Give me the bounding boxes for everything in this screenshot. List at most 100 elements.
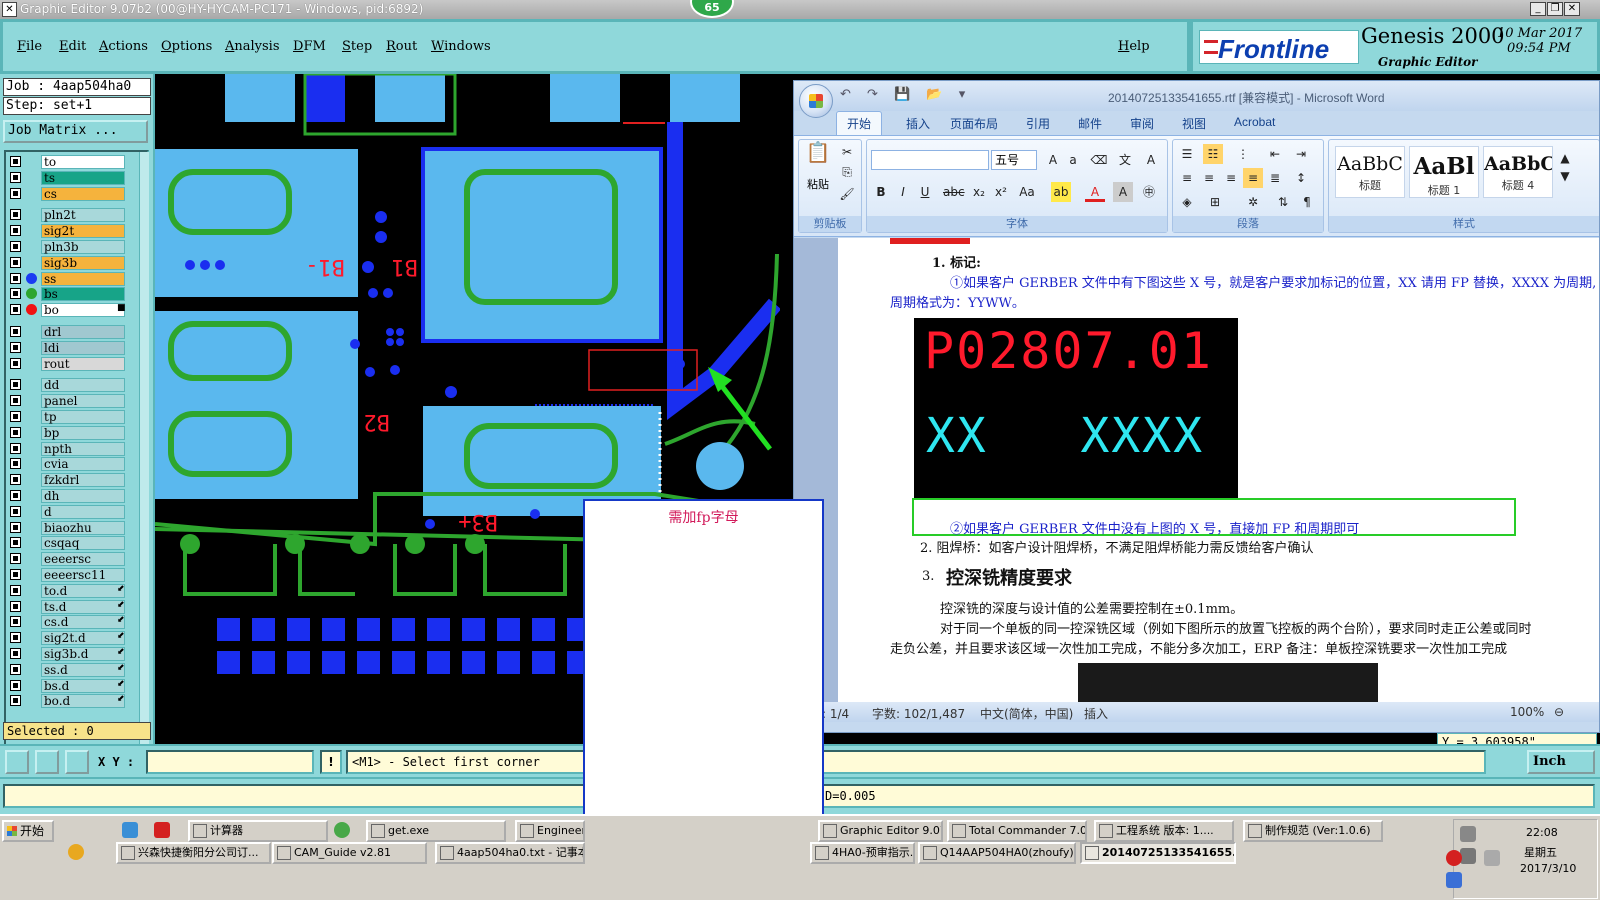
taskbar-button[interactable]: Graphic Editor 9.07b2 ... — [818, 820, 943, 842]
layer-checkbox[interactable] — [10, 395, 21, 407]
layer-name[interactable]: sig2t — [41, 224, 125, 239]
subscript-icon[interactable]: x₂ — [969, 182, 989, 202]
paste-label[interactable]: 粘贴 — [807, 176, 829, 192]
layer-row-biaozhu[interactable]: biaozhu — [6, 520, 134, 535]
align-right-icon[interactable]: ≡ — [1221, 168, 1241, 188]
layer-name[interactable]: ts — [41, 170, 125, 185]
font-color-icon[interactable]: A — [1085, 182, 1105, 202]
tray-printer-icon[interactable] — [1460, 826, 1476, 842]
layer-row-ts-d[interactable]: ts.d ⬋ — [6, 599, 134, 614]
tab-mailings[interactable]: 邮件 — [1078, 115, 1102, 132]
layer-row-ldi[interactable]: ldi — [6, 340, 134, 355]
layer-row-dd[interactable]: dd — [6, 377, 134, 393]
document-area[interactable]: 1. 标记: ①如果客户 GERBER 文件中有下图这些 X 号，就是客户要求加… — [794, 238, 1599, 702]
layer-row-dh[interactable]: dh — [6, 488, 134, 503]
layer-row-panel[interactable]: panel — [6, 393, 134, 409]
layer-name[interactable]: cs.d — [41, 615, 125, 630]
status-words[interactable]: 字数: 102/1,487 — [872, 705, 965, 722]
quicklaunch-icon-1[interactable] — [122, 822, 138, 838]
layer-checkbox[interactable] — [10, 553, 21, 565]
zoom-out-icon[interactable]: ⊖ — [1554, 705, 1564, 719]
layer-checkbox[interactable] — [10, 458, 21, 470]
units-button[interactable]: Inch — [1527, 750, 1595, 774]
style-heading-1[interactable]: AaBl 标题 1 — [1409, 146, 1479, 198]
taskbar-button[interactable]: get.exe — [366, 820, 506, 842]
italic-icon[interactable]: I — [893, 182, 913, 202]
layer-checkbox[interactable] — [10, 209, 21, 221]
layer-name[interactable]: npth — [41, 441, 125, 456]
zoom-level[interactable]: 100% — [1510, 705, 1544, 719]
copy-icon[interactable]: ⎘ — [837, 162, 857, 182]
tab-insert[interactable]: 插入 — [906, 115, 930, 132]
menu-dfm[interactable]: DFM — [293, 39, 326, 54]
layer-name[interactable]: eeeersc11 — [41, 568, 125, 582]
layer-name[interactable]: pln3b — [41, 240, 125, 254]
layer-checkbox[interactable] — [10, 584, 21, 596]
shrink-font-icon[interactable]: a — [1063, 150, 1083, 170]
layer-name[interactable]: pln2t — [41, 208, 125, 223]
minimize-button[interactable]: _ — [1530, 2, 1546, 16]
grid-tool-icon[interactable] — [65, 750, 89, 774]
change-case-icon[interactable]: Aa — [1017, 182, 1037, 202]
taskbar-button[interactable]: 工程系统 版本: 1.... — [1094, 820, 1234, 842]
layer-checkbox[interactable] — [10, 442, 21, 454]
info-button[interactable]: ! — [320, 750, 342, 774]
layer-checkbox[interactable] — [10, 600, 21, 612]
taskbar-button[interactable]: 计算器 — [188, 820, 328, 842]
layer-row-bp[interactable]: bp — [6, 425, 134, 440]
font-size-box[interactable]: 五号 — [991, 150, 1037, 170]
increase-indent-icon[interactable]: ⇥ — [1291, 144, 1311, 164]
start-button[interactable]: 开始 — [2, 820, 54, 842]
layer-checkbox[interactable] — [10, 474, 21, 486]
layer-checkbox[interactable] — [10, 663, 21, 675]
taskbar-button[interactable]: 制作规范 (Ver:1.0.6) — [1243, 820, 1383, 842]
layer-row-cvia[interactable]: cvia — [6, 456, 134, 472]
tab-review[interactable]: 审阅 — [1130, 115, 1154, 132]
layer-row-bo-d[interactable]: bo.d ⬋ — [6, 693, 134, 709]
layer-row-rout[interactable]: rout — [6, 356, 134, 371]
layer-checkbox[interactable] — [10, 521, 21, 533]
layer-checkbox[interactable] — [10, 616, 21, 628]
layer-checkbox[interactable] — [10, 256, 21, 268]
layer-checkbox[interactable] — [10, 648, 21, 659]
format-painter-icon[interactable]: 🖌 — [837, 184, 857, 204]
job-matrix-button[interactable]: Job Matrix ... — [3, 120, 148, 143]
layer-name[interactable]: bs — [41, 287, 125, 302]
layer-row-pln2t[interactable]: pln2t — [6, 207, 134, 223]
tray-app-icon-2[interactable] — [1446, 872, 1462, 888]
layer-name[interactable]: panel — [41, 394, 125, 409]
distributed-icon[interactable]: ≣ — [1265, 168, 1285, 188]
taskbar-button[interactable]: CAM_Guide v2.81 — [272, 842, 427, 864]
layer-name[interactable]: sig2t.d — [41, 631, 125, 646]
layer-row-pln3b[interactable]: pln3b — [6, 239, 134, 254]
layer-row-fzkdrl[interactable]: fzkdrl — [6, 472, 134, 488]
justify-icon[interactable]: ≡ — [1243, 168, 1263, 188]
cut-icon[interactable]: ✂ — [837, 142, 857, 162]
pdf-icon[interactable] — [154, 822, 170, 838]
menu-actions[interactable]: Actions — [99, 39, 148, 54]
menu-help[interactable]: Help — [1118, 39, 1150, 54]
layer-row-bs-d[interactable]: bs.d ⬋ — [6, 678, 134, 693]
line-spacing-icon[interactable]: ↕ — [1291, 168, 1311, 188]
tray-time[interactable]: 22:08 — [1526, 826, 1558, 839]
layer-name[interactable]: rout — [41, 356, 125, 371]
layer-row-cs[interactable]: cs — [6, 186, 134, 201]
layer-row-ts[interactable]: ts — [6, 170, 134, 185]
layer-row-sig3b[interactable]: sig3b — [6, 255, 134, 270]
layer-row-ss-d[interactable]: ss.d ⬋ — [6, 662, 134, 677]
strikethrough-icon[interactable]: abc — [943, 182, 965, 202]
taskbar-button[interactable]: Q14AAP504HA0(zhoufy)... — [918, 842, 1076, 864]
layer-name[interactable]: ldi — [41, 340, 125, 355]
paste-icon[interactable]: 📋 — [805, 142, 831, 172]
layer-checkbox[interactable] — [10, 632, 21, 644]
layer-checkbox[interactable] — [10, 156, 21, 167]
styles-scroll-up-icon[interactable]: ▲ — [1559, 148, 1571, 168]
measure-tool-icon[interactable] — [35, 750, 59, 774]
taskbar-button[interactable]: 20140725133541655.... — [1080, 842, 1236, 864]
close-button[interactable]: ✕ — [1564, 2, 1580, 16]
layer-name[interactable]: fzkdrl — [41, 473, 125, 488]
taskbar-button[interactable]: 4aap504ha0.txt - 记事本 — [435, 842, 585, 864]
layer-row-cs-d[interactable]: cs.d ⬋ — [6, 614, 134, 630]
restore-button[interactable]: ❐ — [1547, 2, 1563, 16]
layer-checkbox[interactable] — [10, 505, 21, 517]
